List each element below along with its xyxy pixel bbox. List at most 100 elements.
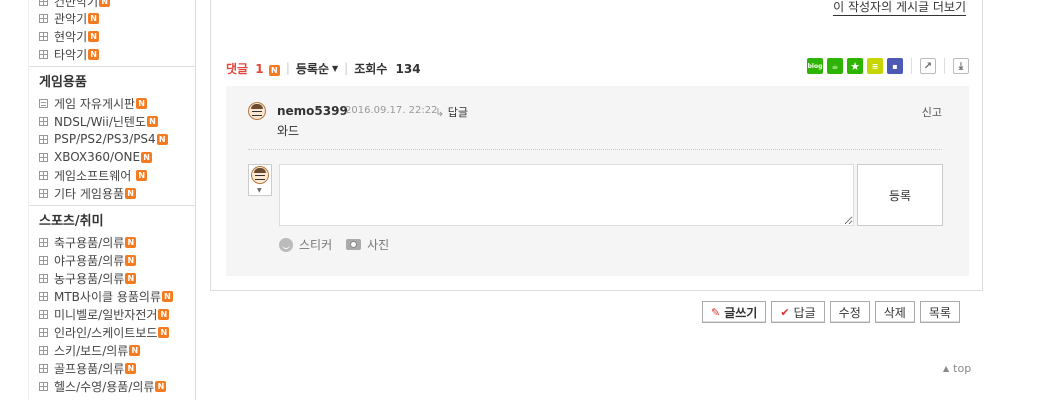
sidebar-item-label: 스키/보드/의류 (54, 343, 129, 358)
comment-tools: 스티커 사진 (279, 236, 389, 253)
sticker-button[interactable]: 스티커 (279, 236, 332, 253)
sidebar-item-label: 인라인/스케이트보드 (54, 325, 158, 340)
profile-selector[interactable]: ▼ (248, 164, 272, 196)
reply-label: 답글 (793, 305, 816, 320)
sort-dropdown[interactable]: 등록순 ▼ (296, 60, 338, 77)
smiley-icon (279, 237, 293, 252)
sidebar-item-mtb[interactable]: MTB사이클 용품의류 N (29, 287, 195, 305)
board-icon (39, 152, 48, 162)
list-button[interactable]: 목록 (919, 301, 960, 323)
sidebar-item-soccer[interactable]: 축구용품/의류 N (29, 233, 195, 251)
sidebar-item-label: 게임소프트웨어 (54, 168, 132, 183)
avatar[interactable] (248, 102, 266, 120)
edit-button[interactable]: 수정 (829, 301, 870, 323)
memo-icon[interactable]: ▪ (887, 58, 903, 74)
comment-input[interactable] (279, 164, 854, 226)
new-badge: N (125, 272, 137, 284)
comment-write-area: ▼ 등록 스티커 사진 (248, 164, 943, 252)
divider (911, 58, 912, 74)
sidebar-item-inline[interactable]: 인라인/스케이트보드 N (29, 323, 195, 341)
sidebar-item-label: 헬스/수영/용품/의류 (54, 379, 155, 394)
reply-button[interactable]: ✔ 답글 (771, 301, 825, 323)
sidebar-item-ski[interactable]: 스키/보드/의류 N (29, 341, 195, 359)
sidebar-item-golf[interactable]: 골프용품/의류 N (29, 359, 195, 377)
photo-button[interactable]: 사진 (346, 236, 389, 253)
sidebar: 건반악기 N 관악기 N 현악기 N 타악기 N 게임용품 게임 자유게시판 N… (28, 0, 196, 400)
board-icon (39, 309, 48, 319)
sidebar-item-label: 골프용품/의류 (54, 361, 125, 376)
sidebar-item-other-game[interactable]: 기타 게임용품 N (29, 184, 195, 202)
sidebar-item-label: PSP/PS2/PS3/PS4 (54, 132, 156, 146)
sidebar-item-minivelo[interactable]: 미니벨로/일반자전거 N (29, 305, 195, 323)
sidebar-item-percussion[interactable]: 타악기 N (29, 45, 195, 63)
new-badge: N (147, 115, 158, 127)
new-badge: N (88, 30, 100, 42)
scroll-top-link[interactable]: ▲ top (943, 362, 971, 375)
board-icon (39, 13, 48, 23)
comment-section: nemo5399 2016.09.17. 22:22 ↳ 답글 신고 와드 ▼ … (226, 86, 969, 276)
sidebar-item-fitness[interactable]: 헬스/수영/용품/의류 N (29, 377, 195, 395)
bookmark-star-icon[interactable]: ★ (847, 58, 863, 74)
save-icon[interactable]: ⤓ (953, 58, 969, 74)
band-icon[interactable]: ≡ (867, 58, 883, 74)
top-label: top (953, 362, 972, 375)
sidebar-item-label: 야구용품/의류 (54, 253, 125, 268)
sidebar-item-playstation[interactable]: PSP/PS2/PS3/PS4 N (29, 130, 195, 148)
new-badge: N (125, 254, 137, 266)
cafe-icon[interactable]: ☕ (827, 58, 843, 74)
sidebar-item-basketball[interactable]: 농구용품/의류 N (29, 269, 195, 287)
sidebar-item-label: 축구용품/의류 (54, 235, 125, 250)
reply-label: 답글 (447, 106, 468, 119)
sidebar-item-xbox[interactable]: XBOX360/ONE N (29, 148, 195, 166)
new-badge: N (129, 344, 141, 356)
blog-icon[interactable]: blog (807, 58, 823, 74)
new-badge: N (136, 169, 148, 181)
comment-count[interactable]: 댓글 1 N (226, 60, 280, 77)
camera-icon (346, 239, 362, 250)
view-count: 조회수 134 (354, 60, 420, 77)
photo-label: 사진 (367, 238, 390, 252)
report-link[interactable]: 신고 (922, 104, 942, 120)
new-badge: N (158, 308, 170, 320)
more-posts-link[interactable]: 이 작성자의 게시글 더보기 (833, 0, 966, 16)
sidebar-item-string[interactable]: 현악기 N (29, 27, 195, 45)
sidebar-item-label: 기타 게임용품 (54, 186, 125, 201)
sidebar-item-label: MTB사이클 용품의류 (54, 289, 162, 304)
board-icon (39, 363, 48, 373)
caret-down-icon: ▼ (257, 187, 262, 194)
post-actions: ✎ 글쓰기 ✔ 답글 수정 삭제 목록 (702, 301, 960, 323)
views-label: 조회수 (354, 61, 388, 76)
write-label: 글쓰기 (724, 305, 758, 320)
sidebar-item-game-software[interactable]: 게임소프트웨어 N (29, 166, 195, 184)
sidebar-item-baseball[interactable]: 야구용품/의류 N (29, 251, 195, 269)
delete-button[interactable]: 삭제 (874, 301, 915, 323)
new-badge: N (125, 362, 137, 374)
comment-author[interactable]: nemo5399 (277, 104, 348, 118)
sidebar-section-title: 스포츠/취미 (29, 205, 195, 233)
new-badge: N (136, 97, 148, 109)
sidebar-item-wind[interactable]: 관악기 N (29, 9, 195, 27)
new-badge: N (268, 64, 280, 76)
reply-arrow-icon: ↳ (435, 106, 445, 119)
sidebar-item-label: 현악기 (54, 29, 88, 44)
comment-submit-button[interactable]: 등록 (857, 164, 943, 226)
sidebar-item-label: 농구용품/의류 (54, 271, 125, 286)
sidebar-item-nintendo[interactable]: NDSL/Wii/닌텐도 N (29, 112, 195, 130)
share-icon[interactable]: ↗ (920, 58, 936, 74)
board-icon (39, 345, 48, 355)
comment-reply-link[interactable]: ↳ 답글 (435, 104, 468, 120)
comment-item: nemo5399 2016.09.17. 22:22 ↳ 답글 신고 와드 (248, 102, 942, 150)
sidebar-item-label: 게임 자유게시판 (54, 96, 136, 111)
pencil-icon: ✎ (711, 305, 721, 319)
sort-label: 등록순 (295, 61, 329, 76)
sidebar-item-game-free-board[interactable]: 게임 자유게시판 N (29, 94, 195, 112)
views-value: 134 (395, 61, 421, 76)
write-button[interactable]: ✎ 글쓰기 (702, 301, 767, 323)
board-icon (39, 188, 48, 198)
caret-down-icon: ▼ (332, 63, 339, 73)
sidebar-item-keyboard[interactable]: 건반악기 N (29, 0, 195, 9)
comment-date: 2016.09.17. 22:22 (345, 105, 438, 116)
check-icon: ✔ (780, 305, 790, 319)
sidebar-item-label: 관악기 (54, 11, 88, 26)
new-badge: N (99, 0, 111, 7)
